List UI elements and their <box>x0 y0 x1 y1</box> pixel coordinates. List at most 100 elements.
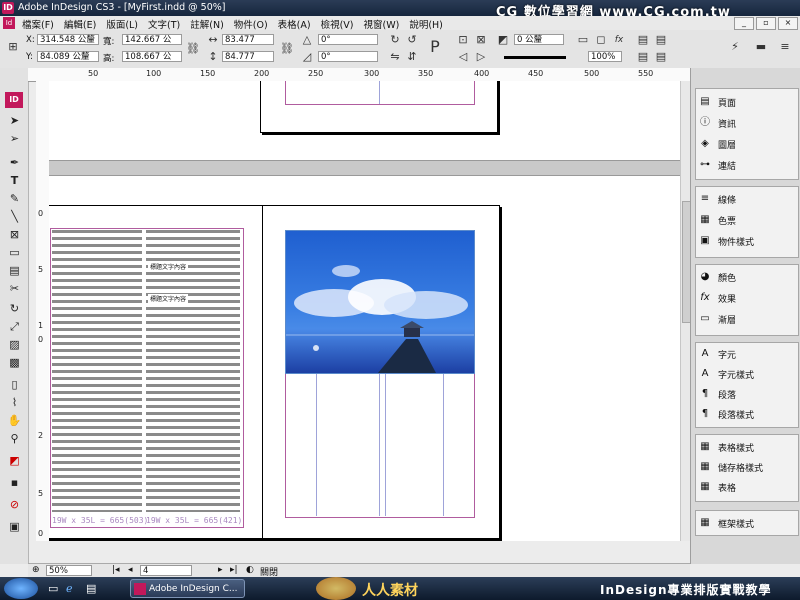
y-field[interactable]: 84.089 公釐 <box>37 51 99 62</box>
vertical-ruler[interactable]: 0 5 1 0 2 5 0 <box>36 81 50 541</box>
fill-icon[interactable]: ◩ <box>496 33 510 47</box>
gradient-feather-tool-icon[interactable]: ▩ <box>6 354 23 371</box>
start-button[interactable] <box>4 578 38 599</box>
menu-type[interactable]: 文字(T) <box>148 17 180 31</box>
layers-panel-tab[interactable]: ◈ 圖層 <box>698 135 736 153</box>
menu-object[interactable]: 物件(O) <box>234 17 268 31</box>
frame-fit-icon[interactable]: ▤ <box>636 33 650 47</box>
select-content-icon[interactable]: ⊠ <box>474 33 488 47</box>
hand-tool-icon[interactable]: ✋ <box>6 412 23 429</box>
note-tool-icon[interactable]: ▯ <box>6 376 23 393</box>
menu-help[interactable]: 說明(H) <box>409 17 443 31</box>
zoom-field[interactable]: 50% <box>46 565 92 576</box>
pen-tool-icon[interactable]: ✒ <box>6 154 23 171</box>
links-panel-tab[interactable]: ⊶ 連結 <box>698 156 736 174</box>
lightning-icon[interactable]: ⚡ <box>728 40 742 54</box>
pages-panel-tab[interactable]: ▤ 頁面 <box>698 93 736 111</box>
stroke-type-swatch[interactable] <box>504 56 566 59</box>
text-wrap-icon[interactable]: ▭ <box>576 33 590 47</box>
horizontal-ruler[interactable]: 50 100 150 200 250 300 350 400 450 500 5… <box>28 68 690 82</box>
reference-point-icon[interactable]: ⊞ <box>6 40 20 54</box>
scale-x-field[interactable]: 83.477 <box>222 34 274 45</box>
menu-layout[interactable]: 版面(L) <box>106 17 138 31</box>
shear-field[interactable]: 0° <box>318 51 378 62</box>
show-desktop-icon[interactable]: ▭ <box>48 582 58 595</box>
rotate-cw-icon[interactable]: ↻ <box>388 33 402 47</box>
next-page-button[interactable]: ▸ <box>218 565 223 575</box>
rotate-ccw-icon[interactable]: ↺ <box>405 33 419 47</box>
frame-styles-panel-tab[interactable]: ▦ 框架樣式 <box>698 514 754 532</box>
info-panel-tab[interactable]: ⓘ 資訊 <box>698 114 736 132</box>
frame-fit-2-icon[interactable]: ▤ <box>654 33 668 47</box>
constrain-proportions-icon[interactable]: ⛓ <box>186 42 200 56</box>
minimize-button[interactable]: _ <box>734 17 754 30</box>
menu-edit[interactable]: 編輯(E) <box>64 17 96 31</box>
apply-none-icon[interactable]: ⊘ <box>6 496 23 513</box>
button-tool-icon[interactable]: ▤ <box>6 262 23 279</box>
paragraph-styles-panel-tab[interactable]: ¶ 段落樣式 <box>698 405 754 423</box>
menu-table[interactable]: 表格(A) <box>278 17 311 31</box>
direct-selection-tool-icon[interactable]: ➢ <box>6 130 23 147</box>
panel-menu-icon[interactable]: ▬ <box>754 40 768 54</box>
flip-v-icon[interactable]: ⇵ <box>405 50 419 64</box>
right-page[interactable] <box>262 205 500 539</box>
swatches-panel-tab[interactable]: ▦ 色票 <box>698 211 736 229</box>
close-button[interactable]: × <box>778 17 798 30</box>
x-field[interactable]: 314.548 公釐 <box>37 34 99 45</box>
select-next-icon[interactable]: ▷ <box>474 50 488 64</box>
text-frame-left[interactable] <box>52 230 142 512</box>
text-frame-right[interactable] <box>146 230 240 512</box>
explorer-icon[interactable]: ▤ <box>86 582 96 595</box>
fill-stroke-icon[interactable]: ◩ <box>6 452 23 469</box>
eyedropper-tool-icon[interactable]: ⌇ <box>6 394 23 411</box>
rotate-field[interactable]: 0° <box>318 34 378 45</box>
placed-image-frame[interactable] <box>285 230 475 374</box>
h-field[interactable]: 108.667 公 <box>122 51 182 62</box>
selection-tool-icon[interactable]: ➤ <box>6 112 23 129</box>
paragraph-panel-tab[interactable]: ¶ 段落 <box>698 385 736 403</box>
rectangle-frame-tool-icon[interactable]: ⊠ <box>6 226 23 243</box>
stroke-weight-field[interactable]: 0 公釐 <box>514 34 564 45</box>
type-tool-icon[interactable]: T <box>6 172 23 189</box>
menu-notes[interactable]: 註解(N) <box>190 17 224 31</box>
corner-icon[interactable]: ◻ <box>594 33 608 47</box>
rectangle-tool-icon[interactable]: ▭ <box>6 244 23 261</box>
menu-file[interactable]: 檔案(F) <box>22 17 54 31</box>
rotate-tool-icon[interactable]: ↻ <box>6 300 23 317</box>
free-transform-tool-icon[interactable]: ⤢ <box>6 318 23 335</box>
prev-page-button[interactable]: ◂ <box>128 565 133 575</box>
table-styles-panel-tab[interactable]: ▦ 表格樣式 <box>698 438 754 456</box>
scissors-tool-icon[interactable]: ✂ <box>6 280 23 297</box>
table-panel-tab[interactable]: ▦ 表格 <box>698 478 736 496</box>
zoom-tool-icon[interactable]: ⚲ <box>6 430 23 447</box>
pasteboard[interactable]: 標題文字內容 標題文字內容 19W x 35L = 665(503) 19W x… <box>49 81 690 541</box>
menu-window[interactable]: 視窗(W) <box>364 17 400 31</box>
stroke-panel-tab[interactable]: ≡ 線條 <box>698 190 736 208</box>
gradient-tool-icon[interactable]: ▨ <box>6 336 23 353</box>
left-page[interactable]: 標題文字內容 標題文字內容 19W x 35L = 665(503) 19W x… <box>49 205 263 539</box>
select-container-icon[interactable]: ⊡ <box>456 33 470 47</box>
gradient-panel-tab[interactable]: ▭ 漸層 <box>698 310 736 328</box>
fx-icon[interactable]: fx <box>612 33 626 47</box>
flip-h-icon[interactable]: ⇋ <box>388 50 402 64</box>
effects-panel-tab[interactable]: fx 效果 <box>698 289 736 307</box>
scale-y-field[interactable]: 84.777 <box>222 51 274 62</box>
frame-fit-3-icon[interactable]: ▤ <box>636 50 650 64</box>
lock-scale-icon[interactable]: ⛓ <box>280 42 294 56</box>
page-field[interactable]: 4 <box>140 565 192 576</box>
first-page-button[interactable]: |◂ <box>112 565 120 575</box>
color-panel-tab[interactable]: ◕ 顏色 <box>698 268 736 286</box>
menu-view[interactable]: 檢視(V) <box>321 17 354 31</box>
character-panel-tab[interactable]: A 字元 <box>698 345 736 363</box>
opacity-field[interactable]: 100% <box>588 51 622 62</box>
ie-icon[interactable]: ℯ <box>66 582 73 595</box>
w-field[interactable]: 142.667 公 <box>122 34 182 45</box>
apply-color-icon[interactable]: ▪ <box>6 474 23 491</box>
frame-fit-4-icon[interactable]: ▤ <box>654 50 668 64</box>
cell-styles-panel-tab[interactable]: ▦ 儲存格樣式 <box>698 458 763 476</box>
previous-spread-page[interactable] <box>260 81 498 133</box>
character-styles-panel-tab[interactable]: A 字元樣式 <box>698 365 754 383</box>
select-prev-icon[interactable]: ◁ <box>456 50 470 64</box>
taskbar-task-indesign[interactable]: Adobe InDesign C... <box>130 579 245 598</box>
line-tool-icon[interactable]: ╲ <box>6 208 23 225</box>
